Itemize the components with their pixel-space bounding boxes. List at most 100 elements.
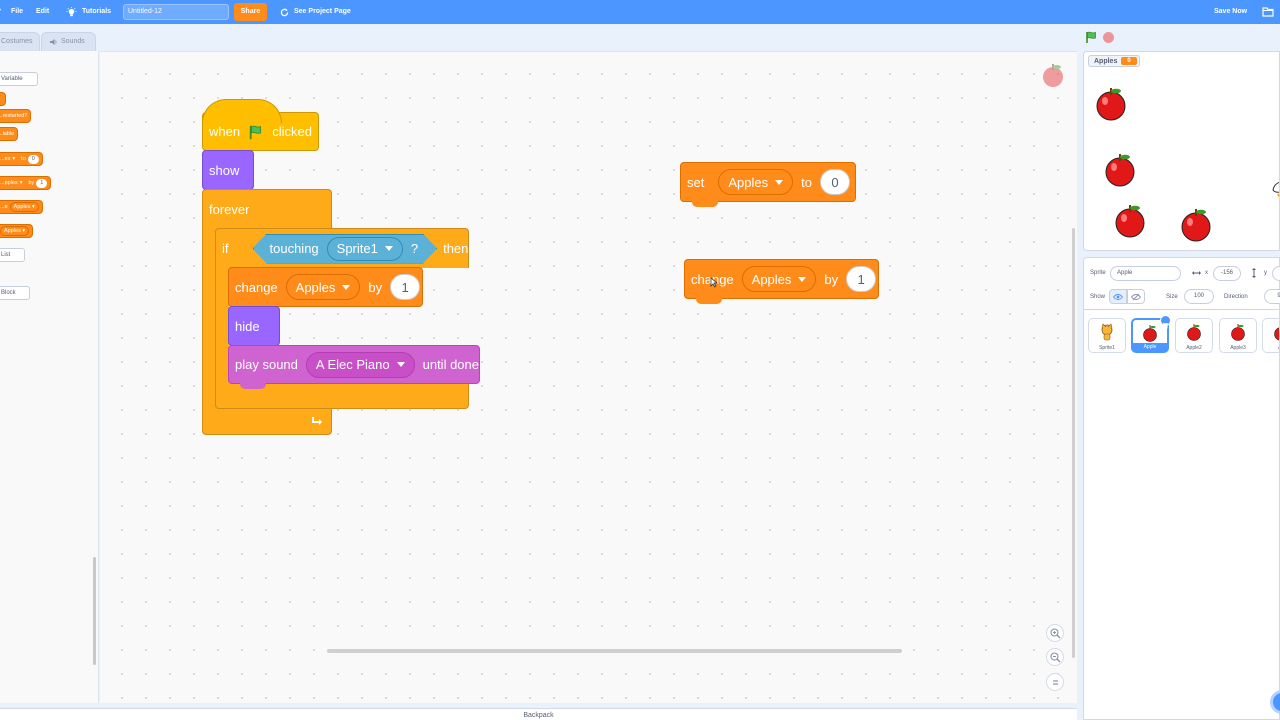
x-position-input[interactable]: -156 bbox=[1213, 266, 1241, 281]
palette-show-var-dropdown[interactable]: Apples ▾ bbox=[9, 202, 39, 212]
tab-costumes[interactable]: Costumes bbox=[0, 32, 40, 51]
clicked-label: clicked bbox=[272, 124, 312, 139]
edit-menu[interactable]: Edit bbox=[36, 0, 49, 24]
sprite-tile-label: Sprite1 bbox=[1099, 345, 1115, 351]
apple-sprite-icon[interactable] bbox=[1093, 85, 1129, 121]
question-mark-label: ? bbox=[410, 241, 419, 256]
palette-hide-var-name: Apples bbox=[4, 228, 21, 234]
share-button[interactable]: Share bbox=[234, 3, 267, 21]
hide-block[interactable]: hide bbox=[228, 306, 280, 346]
size-input[interactable]: 100 bbox=[1184, 289, 1214, 304]
palette-change-value[interactable]: 1 bbox=[36, 178, 48, 188]
show-visible-toggle[interactable] bbox=[1109, 289, 1127, 304]
forever-block[interactable]: forever bbox=[202, 189, 332, 229]
palette-show-variable-block[interactable]: ...e Apples ▾ bbox=[0, 200, 43, 214]
tutorials-menu[interactable]: Tutorials bbox=[66, 0, 111, 24]
y-position-input[interactable] bbox=[1272, 266, 1280, 281]
apple-sprite-icon[interactable] bbox=[1112, 202, 1148, 238]
sprite-tile-apple2[interactable]: Apple2 bbox=[1175, 318, 1213, 353]
change-variable-dropdown[interactable]: Apples bbox=[285, 274, 361, 300]
zoom-out-icon bbox=[1049, 651, 1060, 662]
touching-block[interactable]: touching Sprite1 ? bbox=[253, 234, 438, 264]
apple-sprite-icon[interactable] bbox=[1178, 206, 1214, 242]
zoom-out-button[interactable] bbox=[1046, 648, 1064, 666]
make-list-button[interactable]: List bbox=[0, 248, 25, 262]
palette-hide-variable-block[interactable]: Apples ▾ bbox=[0, 224, 34, 238]
change-amount-input[interactable]: 1 bbox=[390, 274, 421, 300]
save-now-button[interactable]: Save Now bbox=[1214, 0, 1247, 24]
cat-sprite-icon[interactable] bbox=[1270, 180, 1280, 202]
chevron-down-icon bbox=[396, 362, 405, 367]
green-flag-icon[interactable] bbox=[1085, 31, 1097, 44]
forever-arm bbox=[202, 228, 216, 410]
see-project-page-label: See Project Page bbox=[294, 8, 351, 15]
backpack-bar[interactable]: Backpack bbox=[0, 708, 1077, 720]
palette-set-prefix: ...es bbox=[0, 156, 11, 162]
tab-sounds[interactable]: Sounds bbox=[41, 32, 96, 51]
play-sound-notch bbox=[240, 383, 266, 389]
x-label: x bbox=[1205, 270, 1208, 276]
palette-variable-block[interactable]: ...iable bbox=[0, 127, 19, 141]
green-flag-icon bbox=[249, 125, 262, 139]
palette-change-variable-block[interactable]: ...pples ▾ by 1 bbox=[0, 176, 52, 190]
see-project-page-button[interactable]: See Project Page bbox=[274, 3, 357, 21]
sound-dropdown[interactable]: A Elec Piano bbox=[305, 351, 415, 378]
palette-restarted-block[interactable]: ...restarted? bbox=[0, 109, 32, 123]
palette-set-variable-block[interactable]: ...es ▾ to 0 bbox=[0, 152, 43, 166]
zoom-in-button[interactable] bbox=[1046, 624, 1064, 642]
zoom-in-icon bbox=[1049, 627, 1060, 638]
play-sound-until-done-block[interactable]: play sound A Elec Piano until done bbox=[228, 345, 480, 384]
palette-variable-reporter[interactable] bbox=[0, 92, 6, 106]
refresh-icon bbox=[280, 8, 289, 16]
file-menu[interactable]: File bbox=[11, 0, 23, 24]
vertical-arrows-icon bbox=[1252, 268, 1256, 278]
folder-icon[interactable] bbox=[1262, 6, 1274, 17]
apple-sprite-icon[interactable] bbox=[1102, 151, 1138, 187]
y-label: y bbox=[1264, 270, 1267, 276]
loose-to-label: to bbox=[801, 174, 812, 190]
code-horizontal-scrollbar[interactable] bbox=[327, 649, 902, 653]
apple-sprite-watermark-icon bbox=[1043, 64, 1063, 87]
sprite-info-panel: Sprite Apple x -156 y Show Size 100 Dire… bbox=[1083, 257, 1280, 310]
loose-change-variable-dropdown[interactable]: Apples bbox=[741, 266, 817, 292]
stage[interactable]: Apples 0 bbox=[1083, 51, 1280, 251]
sprite-tile-apple3[interactable]: Apple3 bbox=[1219, 318, 1257, 353]
zoom-reset-button[interactable] bbox=[1046, 673, 1064, 691]
delete-sprite-button[interactable] bbox=[1160, 315, 1171, 329]
palette-set-value[interactable]: 0 bbox=[27, 154, 39, 164]
loose-set-variable-dropdown[interactable]: Apples bbox=[718, 169, 794, 195]
apple-sprite-icon bbox=[1231, 324, 1245, 341]
make-variable-button[interactable]: Variable bbox=[0, 72, 38, 86]
sprite-list: Sprite1 Apple Apple2 Apple3 Ap bbox=[1083, 310, 1280, 720]
when-flag-clicked-block[interactable]: when clicked bbox=[202, 99, 319, 151]
cat-sprite-icon bbox=[1101, 323, 1113, 341]
project-title-input[interactable]: Untitled-12 bbox=[123, 4, 229, 20]
stop-button[interactable] bbox=[1103, 32, 1114, 43]
sprite-tile-sprite1[interactable]: Sprite1 bbox=[1088, 318, 1126, 353]
tab-strip bbox=[0, 24, 1080, 51]
palette-show-prefix: ...e bbox=[0, 204, 8, 210]
touching-target-dropdown[interactable]: Sprite1 bbox=[327, 237, 403, 261]
monitor-label: Apples bbox=[1094, 57, 1118, 65]
change-variable-block[interactable]: change Apples by 1 bbox=[228, 267, 423, 307]
if-then-block[interactable]: if touching Sprite1 ? then bbox=[215, 228, 469, 268]
palette-scrollbar[interactable] bbox=[93, 557, 96, 665]
sprite-name-input[interactable]: Apple bbox=[1110, 266, 1181, 281]
play-sound-label: play sound bbox=[235, 357, 298, 372]
palette-hide-var-dropdown[interactable]: Apples ▾ bbox=[0, 226, 30, 236]
loose-change-notch bbox=[696, 298, 722, 304]
code-vertical-scrollbar[interactable] bbox=[1072, 228, 1075, 658]
sprite-tile-apple4[interactable]: Ap bbox=[1262, 318, 1279, 353]
direction-input[interactable]: 9 bbox=[1264, 289, 1280, 304]
palette-change-by: by bbox=[28, 180, 35, 186]
loose-change-value-input[interactable]: 1 bbox=[846, 266, 877, 292]
language-chevron-icon[interactable]: ▾ bbox=[0, 0, 1, 24]
loose-set-value-input[interactable]: 0 bbox=[819, 169, 850, 195]
make-block-button[interactable]: Block bbox=[0, 286, 30, 300]
show-hidden-toggle[interactable] bbox=[1127, 289, 1145, 304]
show-label: Show bbox=[1090, 294, 1106, 300]
then-label: then bbox=[443, 241, 469, 256]
show-block[interactable]: show bbox=[202, 150, 254, 190]
loose-set-variable-block[interactable]: set Apples to 0 bbox=[680, 162, 856, 202]
until-done-label: until done bbox=[422, 357, 479, 372]
